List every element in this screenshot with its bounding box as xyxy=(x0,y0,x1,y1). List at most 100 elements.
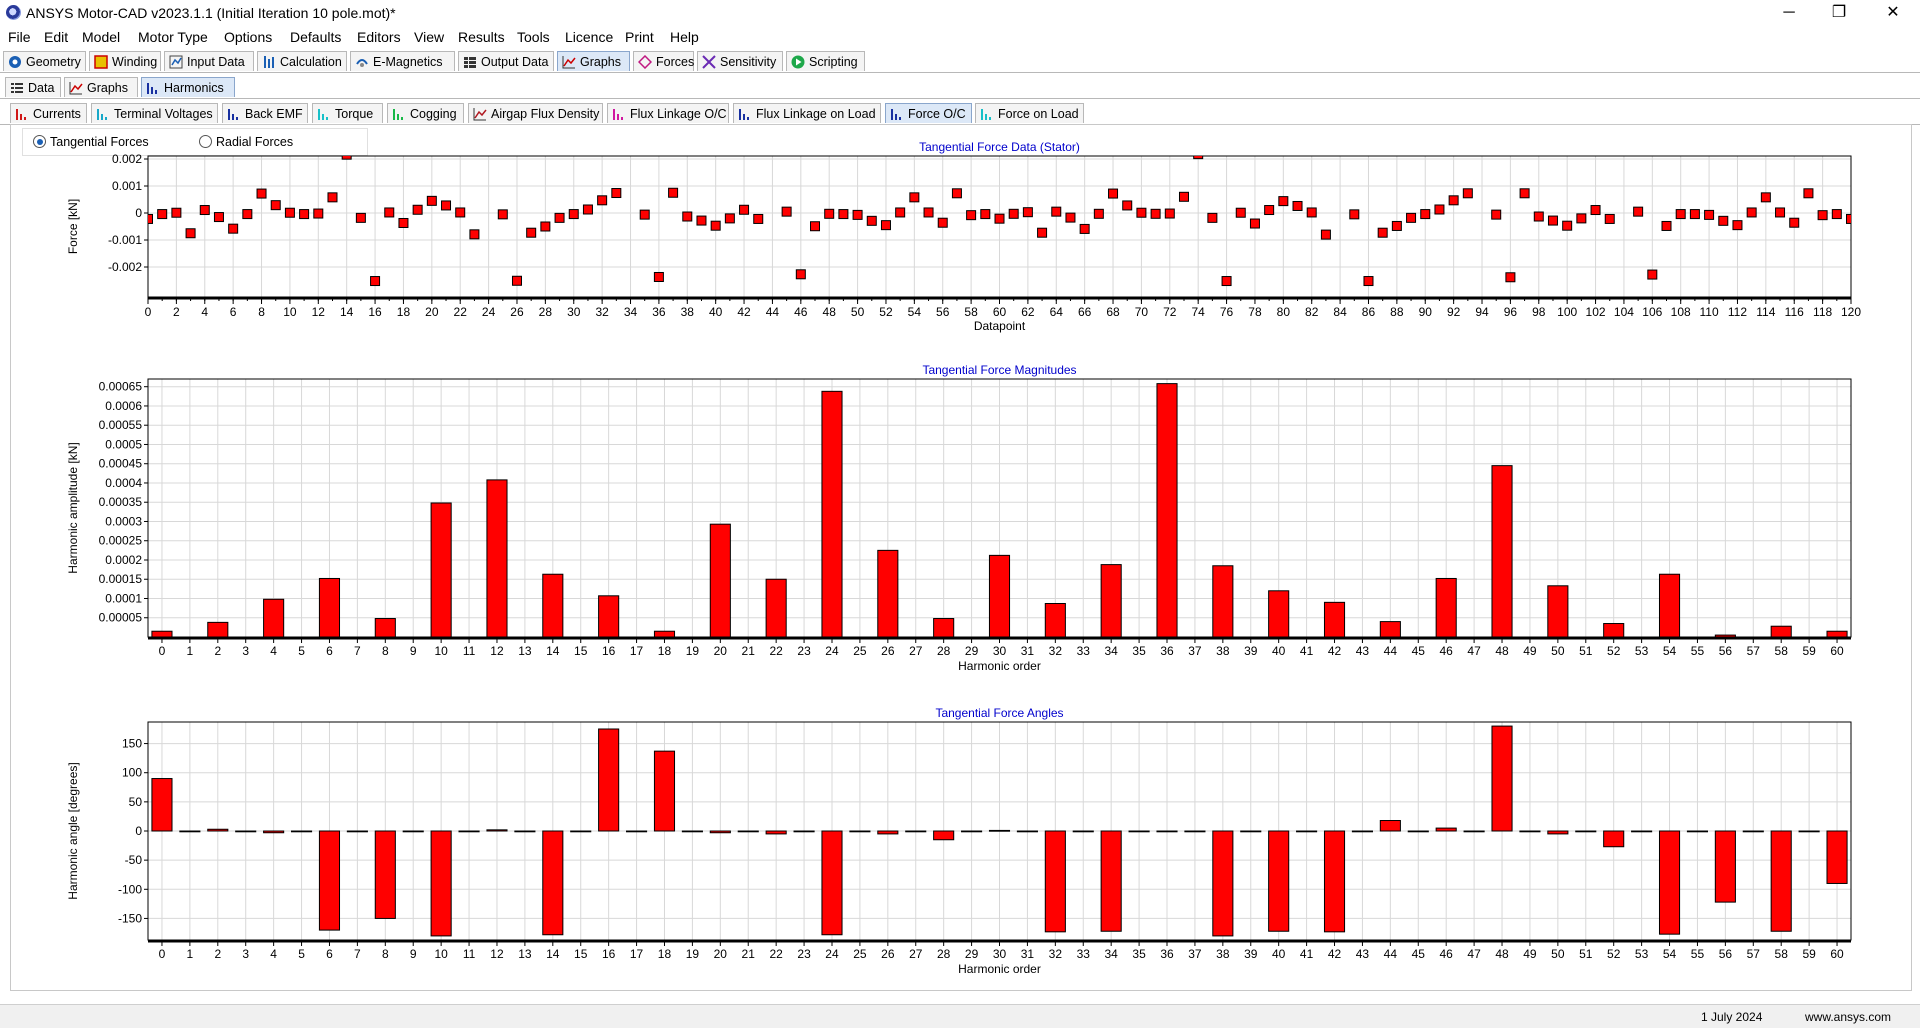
magnitudes-bar xyxy=(988,554,1011,638)
magnitudes-bar xyxy=(821,390,843,638)
angles-x-tick-label: 55 xyxy=(1691,947,1705,961)
angles-x-tick-label: 18 xyxy=(658,947,672,961)
angles-bar xyxy=(709,830,731,834)
angles-x-tick-label: 33 xyxy=(1077,947,1091,961)
menu-editors[interactable]: Editors xyxy=(357,29,401,45)
tab-torque[interactable]: Torque xyxy=(312,103,383,123)
angles-x-tick-label: 1 xyxy=(187,947,194,961)
tab-geometry[interactable]: Geometry xyxy=(3,51,86,71)
magnitudes-x-tick-label: 21 xyxy=(742,644,756,658)
menu-print[interactable]: Print xyxy=(625,29,654,45)
tab-scripting[interactable]: Scripting xyxy=(786,51,865,71)
angles-bar xyxy=(765,830,787,835)
angles-bar xyxy=(1072,830,1094,833)
maximize-button[interactable]: ❐ xyxy=(1816,0,1862,26)
angles-x-tick-label: 14 xyxy=(546,947,560,961)
magnitudes-y-tick-label: 0.00065 xyxy=(99,380,143,394)
force-data-point xyxy=(753,213,764,224)
force-data-point xyxy=(1732,220,1743,231)
close-button[interactable]: ✕ xyxy=(1870,0,1916,26)
magnitudes-bar xyxy=(1826,630,1848,638)
angles-bar xyxy=(402,830,424,833)
tab-sub-graphs[interactable]: Graphs xyxy=(64,77,138,97)
force-data-x-tick-label: 10 xyxy=(283,305,297,319)
angles-x-tick-label: 44 xyxy=(1384,947,1398,961)
tab-force-on-load[interactable]: Force on Load xyxy=(975,103,1084,123)
magnitudes-x-tick-label: 54 xyxy=(1663,644,1677,658)
magnitudes-bar xyxy=(1770,625,1792,638)
force-data-x-tick-label: 14 xyxy=(340,305,354,319)
force-data-x-tick-label: 38 xyxy=(681,305,695,319)
force-data-x-tick-label: 72 xyxy=(1163,305,1177,319)
angles-bar xyxy=(1296,830,1318,833)
force-data-x-tick-label: 6 xyxy=(230,305,237,319)
force-data-point xyxy=(554,212,565,223)
tab-airgap-flux-density[interactable]: Airgap Flux Density xyxy=(468,103,603,123)
angles-bar xyxy=(514,830,536,833)
menu-edit[interactable]: Edit xyxy=(44,29,68,45)
tab-currents[interactable]: Currents xyxy=(10,103,87,123)
tab-winding[interactable]: Winding xyxy=(89,51,161,71)
force-data-x-tick-label: 54 xyxy=(908,305,922,319)
force-data-point xyxy=(710,220,721,231)
menu-file[interactable]: File xyxy=(8,29,31,45)
tab-input-data[interactable]: Input Data xyxy=(164,51,254,71)
tab-flux-linkage-on-load[interactable]: Flux Linkage on Load xyxy=(733,103,881,123)
magnitudes-y-tick-label: 0.00035 xyxy=(99,495,143,509)
tab-emagnetics[interactable]: E-Magnetics xyxy=(350,51,455,71)
force-data-point xyxy=(1846,213,1851,224)
magnitudes-x-tick-label: 6 xyxy=(326,644,333,658)
magnitudes-x-tick-label: 56 xyxy=(1719,644,1733,658)
menu-motor-type[interactable]: Motor Type xyxy=(138,29,208,45)
menu-model[interactable]: Model xyxy=(82,29,120,45)
tab-forces[interactable]: Forces xyxy=(633,51,694,71)
menu-results[interactable]: Results xyxy=(458,29,505,45)
tab-back-emf-label: Back EMF xyxy=(245,107,303,121)
tab-terminal-voltages[interactable]: Terminal Voltages xyxy=(91,103,218,123)
menu-options[interactable]: Options xyxy=(224,29,272,45)
force-data-point xyxy=(1235,207,1246,218)
tab-back-emf[interactable]: Back EMF xyxy=(222,103,308,123)
angles-x-tick-label: 49 xyxy=(1523,947,1537,961)
menu-tools[interactable]: Tools xyxy=(517,29,550,45)
force-data-point xyxy=(540,221,551,232)
tab-output-data[interactable]: Output Data xyxy=(458,51,554,71)
tab-data[interactable]: Data xyxy=(5,77,61,97)
menu-help[interactable]: Help xyxy=(670,29,699,45)
status-date: 1 July 2024 xyxy=(1701,1010,1763,1024)
menu-view[interactable]: View xyxy=(414,29,444,45)
angles-x-tick-label: 9 xyxy=(410,947,417,961)
force-data-x-tick-label: 30 xyxy=(567,305,581,319)
angles-bar xyxy=(598,728,620,832)
menu-licence[interactable]: Licence xyxy=(565,29,613,45)
tab-force-oc[interactable]: Force O/C xyxy=(885,103,972,123)
tab-calculation[interactable]: Calculation xyxy=(257,51,347,71)
force-data-point xyxy=(1718,215,1729,226)
magnitudes-x-tick-label: 25 xyxy=(853,644,867,658)
angles-x-tick-label: 0 xyxy=(159,947,166,961)
magnitudes-bar xyxy=(1212,565,1234,638)
menu-defaults[interactable]: Defaults xyxy=(290,29,341,45)
angles-x-tick-label: 11 xyxy=(463,947,476,961)
magnitudes-bar xyxy=(1156,383,1178,638)
minimize-button[interactable]: ─ xyxy=(1766,0,1812,26)
force-data-point xyxy=(426,195,437,206)
tab-flux-linkage-oc[interactable]: Flux Linkage O/C xyxy=(607,103,729,123)
tab-sensitivity[interactable]: Sensitivity xyxy=(697,51,783,71)
magnitudes-x-tick-label: 30 xyxy=(993,644,1007,658)
tab-harmonics-label: Harmonics xyxy=(164,81,224,95)
magnitudes-y-tick-label: 0.00005 xyxy=(99,611,143,625)
angles-x-tick-label: 54 xyxy=(1663,947,1677,961)
angles-title: Tangential Force Angles xyxy=(935,706,1063,720)
force-data-point xyxy=(469,229,480,240)
tab-graphs[interactable]: Graphs xyxy=(557,51,630,71)
magnitudes-x-tick-label: 33 xyxy=(1077,644,1091,658)
tab-cogging[interactable]: Cogging xyxy=(387,103,464,123)
tab-harmonics[interactable]: Harmonics xyxy=(141,77,235,97)
calculation-icon xyxy=(264,56,274,68)
angles-bar xyxy=(458,830,480,833)
force-data-point xyxy=(1462,188,1473,199)
force-data-x-tick-label: 86 xyxy=(1362,305,1376,319)
force-data-x-tick-label: 2 xyxy=(173,305,180,319)
force-data-x-tick-label: 74 xyxy=(1192,305,1206,319)
